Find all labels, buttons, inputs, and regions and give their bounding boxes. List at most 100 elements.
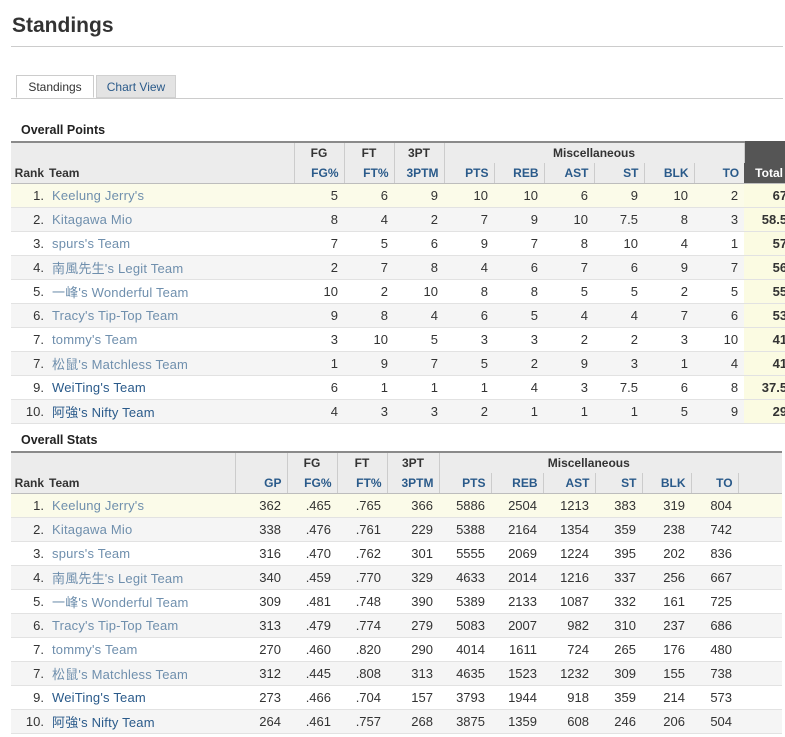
ast-cell: 3 <box>544 375 594 400</box>
st-cell: 6 <box>594 255 644 280</box>
pts-cell: 5083 <box>439 613 491 638</box>
team-link[interactable]: 阿強's Nifty Team <box>47 399 294 424</box>
col-ftp[interactable]: FT% <box>343 163 394 184</box>
team-link[interactable]: 松鼠's Matchless Team <box>47 351 294 376</box>
blk-cell: 4 <box>644 231 694 256</box>
3ptm-cell: 10 <box>394 279 444 304</box>
table-row: 4. 南風先生's Legit Team 340 .459 .770 329 4… <box>11 565 783 590</box>
col-3ptm[interactable]: 3PTM <box>386 473 439 494</box>
team-link[interactable]: spurs's Team <box>47 231 294 256</box>
col-pts[interactable]: PTS <box>443 163 494 184</box>
col-total[interactable]: Total <box>744 163 785 184</box>
tab-chart-view[interactable]: Chart View <box>96 75 176 98</box>
table-row: 6. Tracy's Tip-Top Team 313 .479 .774 27… <box>11 613 783 638</box>
table-row: 7. tommy's Team 3 10 5 3 3 2 2 3 10 41 <box>11 327 785 352</box>
team-link[interactable]: 松鼠's Matchless Team <box>47 661 235 686</box>
end-spacer-cell <box>738 589 783 614</box>
col-reb[interactable]: REB <box>493 163 544 184</box>
col-ftp[interactable]: FT% <box>336 473 387 494</box>
team-link[interactable]: tommy's Team <box>47 637 235 662</box>
pts-cell: 3 <box>444 327 494 352</box>
group-misc: Miscellaneous <box>443 141 745 163</box>
team-link[interactable]: Tracy's Tip-Top Team <box>47 613 235 638</box>
3ptm-cell: 6 <box>394 231 444 256</box>
3ptm-cell: 3 <box>394 399 444 424</box>
table-row: 4. 南風先生's Legit Team 2 7 8 4 6 7 6 9 7 5… <box>11 255 785 280</box>
3ptm-cell: 390 <box>387 589 439 614</box>
st-cell: 383 <box>595 493 642 518</box>
team-link[interactable]: 一峰's Wonderful Team <box>47 589 235 614</box>
col-ast[interactable]: AST <box>542 473 595 494</box>
overall-stats-table: FG FT 3PT Miscellaneous Rank Team GP FG%… <box>11 451 783 734</box>
team-link[interactable]: 南風先生's Legit Team <box>47 255 294 280</box>
3ptm-cell: 4 <box>394 303 444 328</box>
blk-cell: 6 <box>644 375 694 400</box>
st-cell: 9 <box>594 183 644 208</box>
fgp-cell: .479 <box>287 613 337 638</box>
team-link[interactable]: WeiTing's Team <box>47 375 294 400</box>
page-title: Standings <box>12 14 114 37</box>
rank-cell: 9. <box>11 685 47 710</box>
reb-cell: 9 <box>494 207 544 232</box>
total-cell: 56 <box>744 255 785 280</box>
fgp-cell: .476 <box>287 517 337 542</box>
3ptm-cell: 1 <box>394 375 444 400</box>
col-gp[interactable]: GP <box>234 473 287 494</box>
st-cell: 246 <box>595 709 642 734</box>
fgp-cell: 1 <box>294 351 344 376</box>
fgp-cell: .481 <box>287 589 337 614</box>
rank-cell: 7. <box>11 661 47 686</box>
team-link[interactable]: WeiTing's Team <box>47 685 235 710</box>
col-fgp[interactable]: FG% <box>286 473 337 494</box>
tab-standings[interactable]: Standings <box>16 75 94 98</box>
ast-cell: 918 <box>543 685 595 710</box>
col-reb[interactable]: REB <box>490 473 543 494</box>
col-st[interactable]: ST <box>593 163 644 184</box>
team-link[interactable]: 南風先生's Legit Team <box>47 565 235 590</box>
overall-points-title: Overall Points <box>21 123 106 137</box>
ast-cell: 724 <box>543 637 595 662</box>
team-link[interactable]: Kitagawa Mio <box>47 207 294 232</box>
pts-cell: 5886 <box>439 493 491 518</box>
col-to[interactable]: TO <box>690 473 739 494</box>
ast-cell: 1213 <box>543 493 595 518</box>
col-ast[interactable]: AST <box>543 163 594 184</box>
blk-cell: 10 <box>644 183 694 208</box>
rank-cell: 2. <box>11 517 47 542</box>
to-cell: 504 <box>691 709 739 734</box>
3ptm-cell: 9 <box>394 183 444 208</box>
table-row: 1. Keelung Jerry's 362 .465 .765 366 588… <box>11 493 783 518</box>
3ptm-cell: 7 <box>394 351 444 376</box>
3ptm-cell: 5 <box>394 327 444 352</box>
ast-cell: 4 <box>544 303 594 328</box>
gp-cell: 316 <box>235 541 287 566</box>
ftp-cell: .748 <box>337 589 387 614</box>
team-link[interactable]: Kitagawa Mio <box>47 517 235 542</box>
st-cell: 7.5 <box>594 207 644 232</box>
ast-cell: 1232 <box>543 661 595 686</box>
team-link[interactable]: Keelung Jerry's <box>47 183 294 208</box>
col-fgp[interactable]: FG% <box>293 163 344 184</box>
col-pts[interactable]: PTS <box>438 473 491 494</box>
fgp-cell: .445 <box>287 661 337 686</box>
col-3ptm[interactable]: 3PTM <box>393 163 444 184</box>
col-to[interactable]: TO <box>693 163 745 184</box>
col-end-spacer <box>737 473 783 494</box>
col-st[interactable]: ST <box>594 473 642 494</box>
total-cell: 37.5 <box>744 375 785 400</box>
team-link[interactable]: Tracy's Tip-Top Team <box>47 303 294 328</box>
3ptm-cell: 2 <box>394 207 444 232</box>
team-link[interactable]: spurs's Team <box>47 541 235 566</box>
team-link[interactable]: 阿強's Nifty Team <box>47 709 235 734</box>
team-link[interactable]: 一峰's Wonderful Team <box>47 279 294 304</box>
team-link[interactable]: Keelung Jerry's <box>47 493 235 518</box>
team-link[interactable]: tommy's Team <box>47 327 294 352</box>
col-blk[interactable]: BLK <box>641 473 691 494</box>
total-cell: 55 <box>744 279 785 304</box>
col-blk[interactable]: BLK <box>643 163 694 184</box>
ast-cell: 1224 <box>543 541 595 566</box>
pts-cell: 4 <box>444 255 494 280</box>
blk-cell: 319 <box>642 493 691 518</box>
total-cell: 41 <box>744 351 785 376</box>
rank-cell: 3. <box>11 541 47 566</box>
